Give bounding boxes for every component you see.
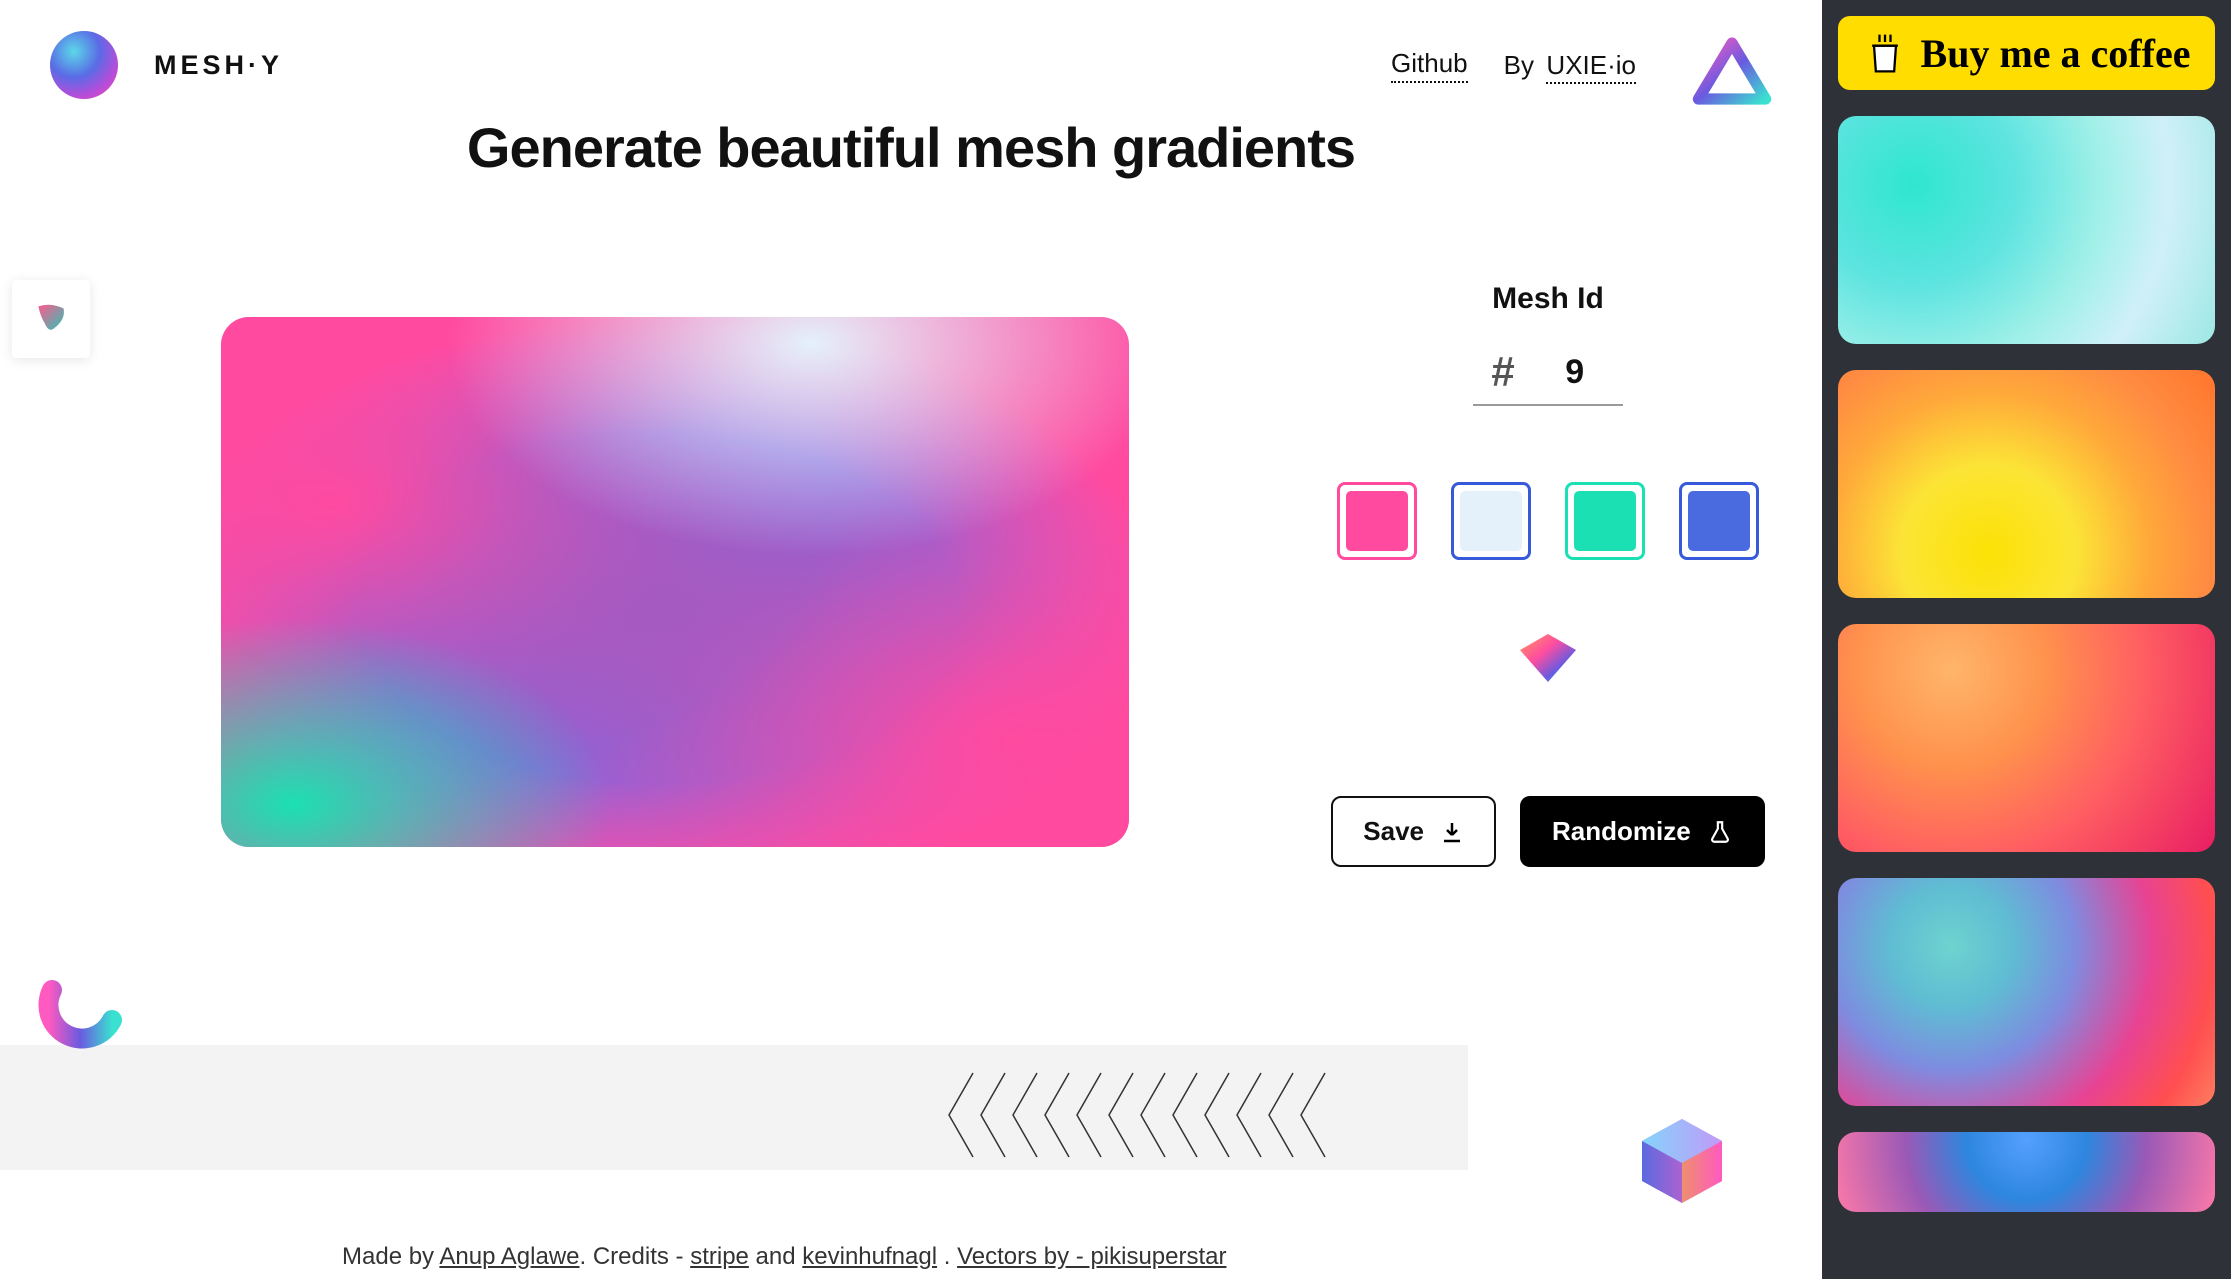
github-link[interactable]: Github xyxy=(1391,48,1468,83)
preset-thumbnail[interactable] xyxy=(1838,370,2215,598)
color-swatches xyxy=(1335,482,1761,560)
preset-thumbnail[interactable] xyxy=(1838,878,2215,1106)
vectors-link[interactable]: Vectors by - pikisuperstar xyxy=(957,1243,1226,1270)
coffee-label: Buy me a coffee xyxy=(1921,30,2191,77)
sidebar: Buy me a coffee xyxy=(1822,0,2231,1279)
download-icon xyxy=(1440,820,1464,844)
header: MESH·Y Github By UXIE·io xyxy=(0,30,1822,100)
uxie-link[interactable]: UXIE·io xyxy=(1546,50,1636,84)
save-label: Save xyxy=(1363,816,1424,847)
kevin-link[interactable]: kevinhufnagl xyxy=(802,1243,937,1270)
hash-icon: # xyxy=(1491,348,1514,396)
prism-icon xyxy=(1692,35,1772,115)
color-swatch[interactable] xyxy=(1451,482,1531,560)
preset-thumbnail[interactable] xyxy=(1838,116,2215,344)
chevron-pattern xyxy=(945,1065,1345,1165)
mesh-id-label: Mesh Id xyxy=(1335,282,1761,316)
swatch-fill xyxy=(1574,491,1636,551)
buy-coffee-button[interactable]: Buy me a coffee xyxy=(1838,16,2215,90)
color-swatch[interactable] xyxy=(1679,482,1759,560)
preset-thumbnail[interactable] xyxy=(1838,624,2215,852)
controls-panel: Mesh Id # Save Randomize xyxy=(1335,282,1761,867)
swatch-fill xyxy=(1688,491,1750,551)
logo-text: MESH·Y xyxy=(154,50,283,81)
stripe-link[interactable]: stripe xyxy=(690,1243,749,1270)
flask-icon xyxy=(1707,819,1733,845)
badge-icon xyxy=(30,298,72,340)
swatch-fill xyxy=(1460,491,1522,551)
color-swatch[interactable] xyxy=(1565,482,1645,560)
color-swatch[interactable] xyxy=(1337,482,1417,560)
gradient-preview xyxy=(221,317,1129,847)
footer: Made by Anup Aglawe. Credits - stripe an… xyxy=(342,1243,1227,1271)
mesh-id-field: # xyxy=(1473,348,1623,406)
ring-icon xyxy=(32,970,132,1050)
mesh-id-input[interactable] xyxy=(1545,353,1605,392)
randomize-button[interactable]: Randomize xyxy=(1520,796,1765,867)
swatch-fill xyxy=(1346,491,1408,551)
save-button[interactable]: Save xyxy=(1331,796,1496,867)
preset-thumbnail[interactable] xyxy=(1838,1132,2215,1212)
side-badge[interactable] xyxy=(12,280,90,358)
by-label: By xyxy=(1504,50,1534,80)
author-link[interactable]: Anup Aglawe xyxy=(439,1243,579,1270)
gem-icon xyxy=(1335,630,1761,686)
coffee-cup-icon xyxy=(1863,31,1907,75)
randomize-label: Randomize xyxy=(1552,816,1691,847)
cube-icon xyxy=(1632,1111,1732,1211)
page-title: Generate beautiful mesh gradients xyxy=(0,115,1822,180)
logo-mark xyxy=(50,31,118,99)
